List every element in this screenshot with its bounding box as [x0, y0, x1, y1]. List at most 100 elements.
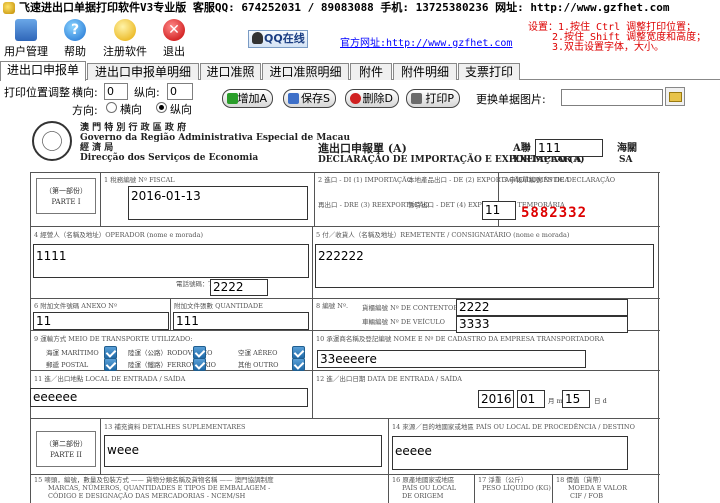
form-rule: [100, 418, 101, 474]
form-rule: [312, 226, 313, 298]
landscape-label: 横向: [120, 103, 142, 116]
vertical-offset-input[interactable]: 0: [167, 83, 193, 100]
form-rule: [658, 172, 659, 503]
other-transport-label: 其他 OUTRO: [238, 361, 279, 369]
air-label: 空運 AÉREO: [238, 349, 278, 357]
window-title: 飞速进出口单据打印软件V3专业版 客服QQ: 674252031 / 89083…: [19, 1, 670, 14]
sender-label: 5 付／收貨人（名稱及地址）REMETENTE / CONSIGNATÁRIO …: [316, 231, 570, 239]
customs-cn: 海關: [617, 143, 637, 154]
tab-check-print[interactable]: 支票打印: [458, 63, 520, 80]
government-header: 澳 門 特 別 行 政 區 政 府 Governo da Região Admi…: [80, 123, 350, 163]
container-number-label: 貨櫃編號 Nº DE CONTENTOR: [362, 304, 459, 312]
app-icon: [3, 2, 15, 14]
origin-country-label: 16 原產地國家或地區: [392, 476, 455, 484]
annex-quantity-field[interactable]: 111: [173, 312, 309, 330]
marks-label: 15 嘜頭，編號，數量及包裝方式 —— 貨物分類名稱及貨物名稱 —— 澳門協調制…: [34, 476, 274, 484]
part-2-box: （第二部份） PARTE II: [36, 431, 96, 467]
tab-attachment[interactable]: 附件: [350, 63, 392, 80]
main-toolbar: 用户管理 ? 帮助 注册软件 ✕ 退出 QQ在线 官方网址:http://www…: [0, 16, 720, 60]
form-rule: [100, 172, 101, 226]
register-button[interactable]: 注册软件: [103, 19, 147, 59]
other-transport-checkbox[interactable]: [292, 358, 305, 371]
user-management-button[interactable]: 用户管理: [4, 19, 48, 59]
add-icon: [227, 93, 238, 104]
operator-field[interactable]: 1111: [33, 244, 309, 278]
printer-icon: [411, 93, 422, 104]
macau-government-seal: [32, 121, 72, 161]
user-management-label: 用户管理: [4, 45, 48, 58]
gov-name-cn: 澳 門 特 別 行 政 區 政 府: [80, 123, 187, 133]
form-rule: [30, 172, 660, 173]
add-button[interactable]: 增加A: [222, 89, 273, 108]
origin-country-label-pt2: DE ORIGEM: [402, 492, 444, 500]
part-1-cn: （第一部份）: [45, 187, 87, 195]
tab-import-permit-details[interactable]: 进口准照明细: [262, 63, 349, 80]
net-weight-label: 17 淨重（公斤）: [478, 476, 528, 484]
date-year-field[interactable]: 2016: [478, 390, 514, 408]
form-rule: [474, 474, 475, 503]
delete-button-label: 删除D: [362, 92, 393, 105]
save-button[interactable]: 保存S: [283, 89, 336, 108]
vehicle-number-field[interactable]: 3333: [456, 316, 628, 333]
print-button[interactable]: 打印P: [406, 89, 460, 108]
tab-import-permit[interactable]: 进口准照: [200, 63, 261, 80]
marks-label-pt1: MARCAS, NÚMEROS, QUANTIDADES E TIPOS DE …: [48, 484, 271, 492]
declaration-form: 澳 門 特 別 行 政 區 政 府 Governo da Região Admi…: [0, 117, 720, 503]
container-number-field[interactable]: 2222: [456, 299, 628, 316]
user-management-icon: [15, 19, 37, 41]
phone-field[interactable]: 2222: [210, 279, 268, 296]
form-rule: [312, 330, 313, 418]
form-rule: [170, 298, 171, 330]
annex-number-field[interactable]: 11: [33, 312, 169, 330]
browse-folder-button[interactable]: [665, 87, 685, 106]
day-unit-label: 日 d: [594, 397, 607, 405]
form-rule: [30, 226, 660, 227]
qq-online-button[interactable]: QQ在线: [248, 30, 308, 48]
tab-attachment-details[interactable]: 附件明细: [393, 63, 457, 80]
exit-button[interactable]: ✕ 退出: [161, 19, 187, 59]
origin-destination-label: 14 來源／目的地國家或地區 PAÍS OU LOCAL DE PROCEDÊN…: [392, 423, 635, 431]
tab-declaration[interactable]: 进出口申报单: [0, 61, 86, 81]
fiscal-number-field[interactable]: 2016-01-13: [128, 186, 308, 220]
sender-field[interactable]: 222222: [315, 244, 654, 288]
qq-online-label: QQ在线: [264, 32, 305, 45]
image-path-input[interactable]: [561, 89, 663, 106]
help-button[interactable]: ? 帮助: [60, 19, 90, 59]
save-icon: [288, 93, 299, 104]
save-button-label: 保存S: [301, 92, 330, 105]
delete-icon: [350, 93, 361, 104]
official-site-link[interactable]: 官方网址:http://www.gzfhet.com: [340, 34, 512, 49]
form-rule: [388, 418, 389, 503]
register-key-icon: [114, 19, 136, 41]
marks-label-pt2: CÓDIGO E DESIGNAÇÃO DAS MERCADORIAS - NC…: [48, 492, 246, 500]
delete-button[interactable]: 删除D: [345, 89, 399, 108]
postal-checkbox[interactable]: [104, 358, 117, 371]
maritime-label: 海運 MARÍTIMO: [46, 349, 99, 357]
form-rule: [30, 172, 31, 503]
copy-a-field[interactable]: 111: [535, 139, 603, 157]
replace-image-label: 更换单据图片:: [476, 93, 546, 106]
declaration-prefix-field[interactable]: 11: [482, 201, 516, 220]
origin-destination-field[interactable]: eeeee: [392, 436, 628, 470]
portrait-radio[interactable]: [156, 102, 167, 113]
supplementary-details-label: 13 補充資料 DETALHES SUPLEMENTARES: [104, 423, 246, 431]
date-month-field[interactable]: 01: [517, 390, 545, 408]
print-position-label: 打印位置调整: [4, 86, 70, 99]
direction-label: 方向:: [72, 104, 98, 117]
landscape-radio[interactable]: [106, 102, 117, 113]
transport-mode-label: 9 運輸方式 MEIO DE TRANSPORTE UTILIZADO:: [34, 335, 193, 343]
supplementary-details-field[interactable]: weee: [104, 435, 382, 467]
form-rule: [30, 370, 660, 371]
date-day-field[interactable]: 15: [562, 390, 590, 408]
part-1-pt: PARTE I: [51, 198, 81, 206]
annex-quantity-label: 附加文件張數 QUANTIDADE: [174, 302, 263, 310]
tab-declaration-details[interactable]: 进出口申报单明细: [87, 63, 199, 80]
folder-icon: [669, 92, 682, 102]
horizontal-offset-input[interactable]: 0: [104, 83, 128, 100]
rail-checkbox[interactable]: [193, 358, 206, 371]
carrier-field[interactable]: 33eeeere: [317, 350, 586, 368]
settings-hint: 设置：1.按住 Ctrl 调整打印位置； 2.按住 Shift 调整宽度和高度；…: [528, 23, 706, 53]
entry-place-field[interactable]: eeeeee: [30, 388, 308, 407]
register-label: 注册软件: [103, 45, 147, 58]
part-1-box: （第一部份） PARTE I: [36, 178, 96, 214]
